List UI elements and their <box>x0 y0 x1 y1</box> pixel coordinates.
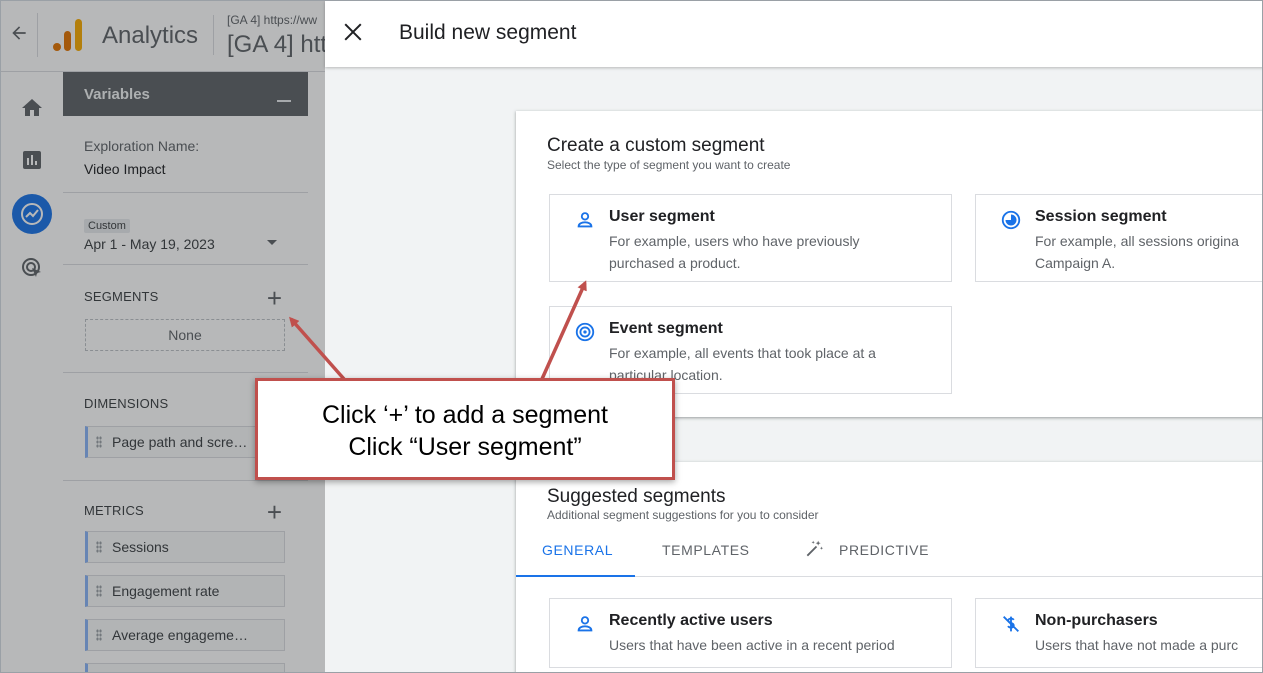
user-segment-description: For example, users who have previously pu… <box>609 233 860 271</box>
event-icon <box>574 321 596 343</box>
user-segment-title: User segment <box>609 208 715 225</box>
event-segment-title: Event segment <box>609 320 723 337</box>
session-segment-title: Session segment <box>1035 208 1167 225</box>
recently-active-users-description: Users that have been active in a recent … <box>609 637 895 653</box>
custom-segment-subtitle: Select the type of segment you want to c… <box>547 158 791 172</box>
non-purchasers-title: Non-purchasers <box>1035 612 1158 629</box>
non-purchasers-option[interactable]: Non-purchasers Users that have not made … <box>975 598 1262 668</box>
modal-scrim[interactable] <box>1 1 325 672</box>
suggested-segments-subtitle: Additional segment suggestions for you t… <box>547 508 819 522</box>
session-segment-description: For example, all sessions origina Campaig… <box>1035 233 1239 271</box>
user-icon <box>574 613 596 635</box>
no-purchase-icon <box>1000 613 1022 635</box>
tab-templates[interactable]: TEMPLATES <box>662 542 750 558</box>
dialog-title: Build new segment <box>399 21 577 44</box>
build-segment-dialog: Build new segment Create a custom segmen… <box>325 1 1262 672</box>
annotation-callout: Click ‘+’ to add a segment Click “User s… <box>255 378 675 480</box>
tab-general[interactable]: GENERAL <box>542 542 613 558</box>
non-purchasers-description: Users that have not made a purc <box>1035 637 1239 653</box>
session-icon <box>1000 209 1022 231</box>
magic-wand-icon <box>804 539 824 564</box>
user-segment-option[interactable]: User segment For example, users who have… <box>549 194 952 282</box>
suggested-segments-title: Suggested segments <box>547 486 726 507</box>
session-segment-option[interactable]: Session segment For example, all session… <box>975 194 1262 282</box>
recently-active-users-option[interactable]: Recently active users Users that have be… <box>549 598 952 668</box>
suggested-segments-card: Suggested segments Additional segment su… <box>516 462 1262 672</box>
custom-segment-title: Create a custom segment <box>547 135 765 156</box>
custom-segment-card: Create a custom segment Select the type … <box>516 111 1262 417</box>
recently-active-users-title: Recently active users <box>609 612 773 629</box>
screenshot-frame: Analytics [GA 4] https://ww [GA 4] htt V… <box>0 0 1263 673</box>
active-tab-indicator <box>516 575 635 577</box>
close-icon[interactable] <box>342 21 364 43</box>
suggested-tabs: GENERAL TEMPLATES PREDICTIVE <box>516 530 1262 577</box>
annotation-line-1: Click ‘+’ to add a segment <box>321 401 609 429</box>
tab-predictive[interactable]: PREDICTIVE <box>839 542 929 558</box>
annotation-line-2: Click “User segment” <box>348 433 582 461</box>
dialog-header: Build new segment <box>325 1 1262 67</box>
user-icon <box>574 209 596 231</box>
